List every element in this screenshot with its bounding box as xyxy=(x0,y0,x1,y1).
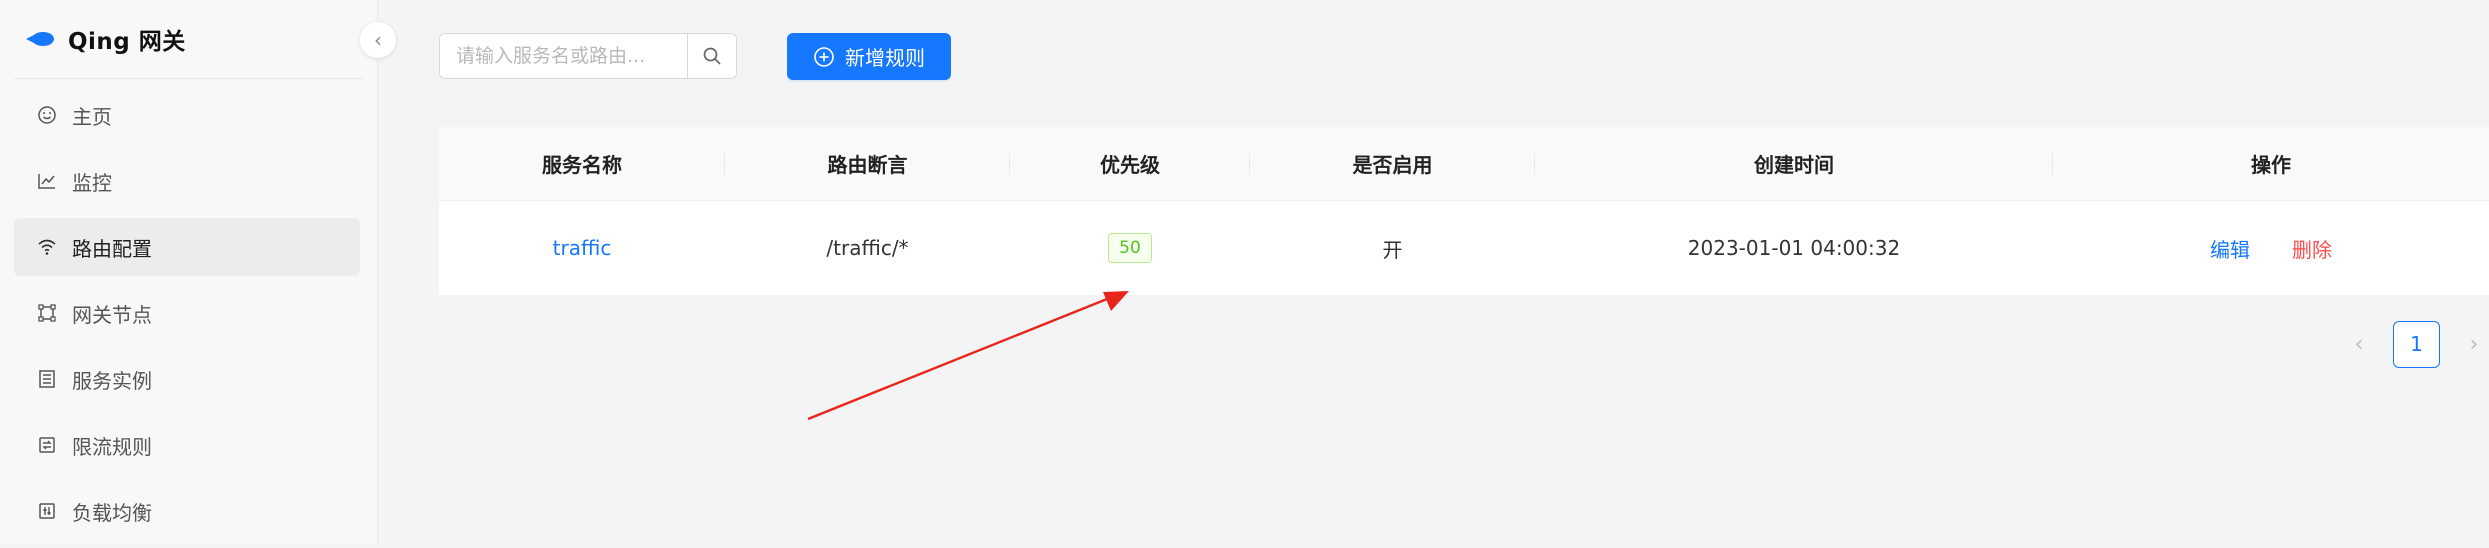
column-header: 操作 xyxy=(2251,153,2291,177)
balance-icon xyxy=(36,500,58,522)
plus-circle-icon xyxy=(814,46,834,67)
sidebar-item-label: 网关节点 xyxy=(72,302,152,327)
created-time-cell: 2023-01-01 04:00:32 xyxy=(1687,236,1901,260)
sidebar-item-label: 监控 xyxy=(72,170,112,195)
column-header[interactable]: 创建时间 xyxy=(1535,127,2053,200)
edit-link[interactable]: 编辑 xyxy=(2210,234,2250,263)
page-number[interactable]: 1 xyxy=(2393,320,2440,368)
actions-cell: 编辑 删除 xyxy=(2053,201,2489,295)
sidebar-item-monitor[interactable]: 监控 xyxy=(14,152,360,210)
priority-cell: 50 xyxy=(1010,201,1250,295)
enabled-cell: 开 xyxy=(1382,237,1403,262)
priority-tag: 50 xyxy=(1108,233,1152,263)
chevron-left-icon: ‹ xyxy=(374,28,382,52)
sidebar-item-service-instances[interactable]: 服务实例 xyxy=(14,350,360,408)
logo-icon xyxy=(26,32,54,46)
column-header[interactable]: 服务名称 xyxy=(439,127,725,200)
search-icon xyxy=(703,47,721,65)
search-input[interactable] xyxy=(440,34,687,78)
sidebar-nav: 主页 监控 路由配置 网关节点 服务实例 限流规则 负载均衡 xyxy=(14,86,360,548)
brand[interactable]: Qing 网关 xyxy=(24,22,186,56)
sidebar-item-label: 服务实例 xyxy=(72,368,152,393)
service-link[interactable]: traffic xyxy=(553,236,612,260)
sidebar-item-load-balance[interactable]: 负载均衡 xyxy=(14,482,360,540)
annotation-arrow-icon xyxy=(807,291,1129,421)
column-header[interactable]: 优先级 xyxy=(1010,127,1250,200)
next-page-icon[interactable]: › xyxy=(2454,320,2489,368)
sidebar-item-gateway-nodes[interactable]: 网关节点 xyxy=(14,284,360,342)
sidebar-item-route-config[interactable]: 路由配置 xyxy=(14,218,360,276)
add-rule-button[interactable]: 新增规则 xyxy=(787,33,951,80)
sidebar-item-label: 路由配置 xyxy=(72,236,152,261)
sidebar-item-label: 限流规则 xyxy=(72,434,152,459)
pagination: ‹ 1 › xyxy=(2339,320,2489,368)
wifi-icon xyxy=(36,236,58,258)
table-row: traffic /traffic/* 50 开 2023-01-01 04:00… xyxy=(439,201,2489,295)
instance-icon xyxy=(36,368,58,390)
sidebar: Qing 网关 主页 监控 路由配置 网关节点 服务实例 限流规则 负载均衡 xyxy=(0,0,378,544)
divider xyxy=(14,78,363,79)
line-chart-icon xyxy=(36,170,58,192)
brand-title: Qing 网关 xyxy=(68,29,186,55)
main-content: 新增规则 服务名称 路由断言 优先级 是否启用 创建时间 操作 traffic … xyxy=(379,0,2489,544)
service-cell: traffic xyxy=(439,201,725,295)
search-box xyxy=(439,33,737,79)
node-icon xyxy=(36,302,58,324)
search-button[interactable] xyxy=(687,34,736,78)
sidebar-item-label: 主页 xyxy=(72,104,112,129)
route-table: 服务名称 路由断言 优先级 是否启用 创建时间 操作 traffic /traf… xyxy=(439,127,2489,295)
route-cell: /traffic/* xyxy=(826,236,909,260)
add-rule-label: 新增规则 xyxy=(845,46,925,70)
rate-limit-icon xyxy=(36,434,58,456)
collapse-sidebar-button[interactable]: ‹ xyxy=(360,22,396,58)
sidebar-item-home[interactable]: 主页 xyxy=(14,86,360,144)
column-header[interactable]: 路由断言 xyxy=(725,127,1010,200)
column-header[interactable]: 是否启用 xyxy=(1250,127,1535,200)
smile-icon xyxy=(36,104,58,126)
sidebar-item-rate-limit[interactable]: 限流规则 xyxy=(14,416,360,474)
delete-link[interactable]: 删除 xyxy=(2292,234,2332,263)
table-header: 服务名称 路由断言 优先级 是否启用 创建时间 操作 xyxy=(439,127,2489,201)
sidebar-item-label: 负载均衡 xyxy=(72,500,152,525)
prev-page-icon[interactable]: ‹ xyxy=(2339,320,2379,368)
